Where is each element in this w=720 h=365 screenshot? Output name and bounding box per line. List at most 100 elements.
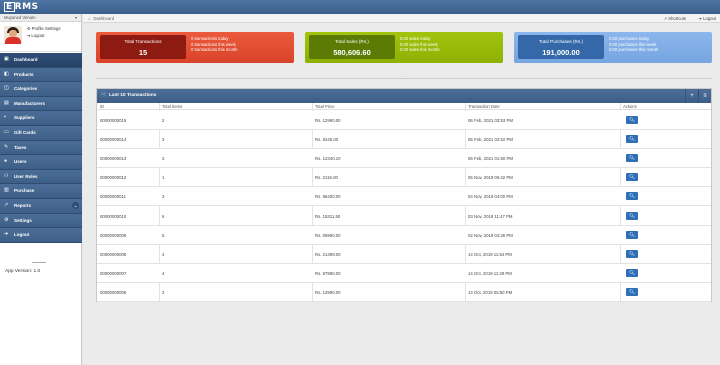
- cell-date: 14 Oct, 2019 05:50 PM: [468, 289, 513, 295]
- chevron-down-icon[interactable]: ⌄: [72, 201, 79, 209]
- logout-icon: ➜: [4, 231, 9, 238]
- cell-date: 14 Oct, 2019 11:54 PM: [468, 251, 512, 257]
- app-version: App Version: 1.0: [5, 269, 41, 274]
- cell-price: Rs. 12990.00: [315, 289, 341, 295]
- cell-items: 2: [162, 118, 165, 123]
- view-button[interactable]: 🔍︎: [626, 268, 638, 277]
- cell-items: 2: [162, 289, 165, 295]
- purchase-icon: ▥: [4, 187, 9, 194]
- column-header-price[interactable]: Total Price: [315, 104, 335, 109]
- profile-logout-link[interactable]: ➜Logout: [27, 33, 45, 38]
- sidebar-item-user-roles[interactable]: ⚇ User Roles: [0, 169, 82, 185]
- sidebar-item-products[interactable]: ◧ Products: [0, 67, 82, 83]
- truck-icon: ▪: [4, 114, 6, 121]
- transactions-panel: 🛒 Last 10 Transactions + ≡ ID Total Item…: [96, 88, 712, 302]
- cell-id: 00000000013: [100, 156, 127, 162]
- sidebar-item-purchase[interactable]: ▥ Purchase: [0, 184, 82, 199]
- sidebar-item-manufacturers[interactable]: ▤ Manufacturers: [0, 96, 82, 112]
- stat-label: Total Sales (Rs.): [335, 39, 369, 44]
- sidebar-item-settings[interactable]: ⚙ Settings: [0, 213, 82, 229]
- sidebar-item-dashboard[interactable]: ▣ Dashboard: [0, 53, 82, 68]
- column-header-items[interactable]: Total Items: [162, 104, 182, 109]
- cell-id: 00000000011: [100, 194, 126, 200]
- search-icon: 🔍︎: [629, 212, 635, 218]
- sidebar-item-categories[interactable]: ◫ Categories: [0, 82, 82, 97]
- view-button[interactable]: 🔍︎: [626, 116, 638, 124]
- column-header-date[interactable]: Transaction Date: [468, 104, 500, 109]
- stat-label: Total Transactions: [124, 39, 162, 44]
- view-button[interactable]: 🔍︎: [626, 211, 638, 220]
- tax-icon: ✎: [4, 143, 9, 150]
- column-header-id[interactable]: ID: [100, 104, 104, 109]
- add-button[interactable]: +: [685, 89, 698, 103]
- stat-sales-total: Total Sales (Rs.) 580,606.60: [309, 35, 395, 59]
- cell-items: 5: [162, 232, 165, 238]
- cell-date: 03 Nov, 2019 11:47 PM: [468, 213, 513, 219]
- user-icon: ●: [4, 158, 8, 165]
- app-logo[interactable]: E RMS: [4, 2, 39, 12]
- sidebar-nav: ▣ Dashboard ◧ Products ◫ Categories ▤ Manufa…: [0, 53, 82, 243]
- column-header-actions: Actions: [623, 104, 637, 109]
- cell-date: 14 Oct, 2019 11:29 PM: [468, 270, 512, 276]
- user-name: Muyaned Venam: [4, 15, 36, 20]
- cell-date: 02 Nov, 2019 04:26 PM: [468, 232, 513, 238]
- cell-date: 06 Feb, 2021 01:50 PM: [468, 156, 513, 162]
- chart-icon: ↗: [4, 201, 9, 208]
- table-row: 00000000012 1 Rs. 2115.00 06 Nov, 2019 06:4…: [97, 168, 711, 188]
- stat-label: Total Purchases (Rs.): [539, 39, 583, 44]
- cell-price: Rs. 05990.00: [315, 232, 341, 238]
- stat-value: 191,000.00: [542, 48, 580, 57]
- sidebar-collapse-handle[interactable]: [32, 262, 46, 263]
- top-logout-link[interactable]: ➜ Logout: [699, 16, 717, 21]
- view-button[interactable]: 🔍︎: [626, 249, 638, 258]
- profile-section: ⚙Profile Settings ➜Logout: [0, 22, 81, 52]
- panel-title: Last 10 Transactions: [109, 92, 157, 98]
- menu-icon[interactable]: ≡: [698, 89, 711, 103]
- sidebar-item-reports[interactable]: ↗ Reports ⌄: [0, 198, 82, 214]
- table-row: 00000000008 4 Rs. 21499.00 14 Oct, 2019 11:…: [97, 245, 711, 264]
- view-button[interactable]: 🔍︎: [626, 173, 638, 182]
- shortcuts-link[interactable]: ↗ Shortcuts: [664, 16, 686, 21]
- dashboard-icon: ▣: [4, 56, 9, 62]
- view-button[interactable]: 🔍︎: [626, 230, 638, 239]
- cell-date: 04 Nov, 2019 04:00 PM: [468, 194, 513, 200]
- view-button[interactable]: 🔍︎: [626, 135, 638, 144]
- view-button[interactable]: 🔍︎: [626, 192, 638, 201]
- table-row: 00000000013 2 Rs. 12340.10 06 Feb, 2021 01:…: [97, 149, 711, 169]
- breadcrumb-bar: ⌂ Dashboard ↗ Shortcuts ➜ Logout: [83, 14, 720, 23]
- sidebar-item-logout[interactable]: ➜ Logout: [0, 228, 82, 243]
- search-icon: 🔍︎: [629, 288, 635, 294]
- home-icon[interactable]: ⌂: [88, 16, 91, 21]
- cell-id: 00000000007: [100, 270, 127, 276]
- search-icon: 🔍︎: [629, 155, 635, 161]
- cell-date: 06 Feb, 2021 03:52 PM: [468, 137, 513, 143]
- logout-icon: ➜: [27, 33, 31, 38]
- user-menu-toggle[interactable]: Muyaned Venam ▾: [0, 14, 81, 22]
- profile-settings-link[interactable]: ⚙Profile Settings: [27, 26, 61, 31]
- stat-breakdown: 0.00 purchases today 0.00 purchases this…: [609, 36, 659, 53]
- sidebar-item-gift-cards[interactable]: ▭ Gift Cards: [0, 125, 82, 141]
- gear-icon: ⚙: [4, 216, 9, 223]
- cell-price: Rs. 86400.00: [315, 194, 341, 200]
- cell-id: 00000000006: [100, 289, 127, 295]
- view-button[interactable]: 🔍︎: [626, 154, 638, 163]
- sidebar-item-taxes[interactable]: ✎ Taxes: [0, 140, 82, 156]
- cell-price: Rs. 2115.00: [315, 175, 338, 181]
- gift-card-icon: ▭: [4, 128, 9, 135]
- tags-icon: ◫: [4, 85, 9, 92]
- box-icon: ◧: [4, 70, 9, 77]
- search-icon: 🔍︎: [629, 231, 635, 237]
- search-icon: 🔍︎: [629, 117, 635, 122]
- search-icon: 🔍︎: [629, 136, 635, 142]
- sidebar-item-suppliers[interactable]: ▪ Suppliers: [0, 111, 82, 126]
- table-row: 00000000007 4 Rs. 97990.00 14 Oct, 2019 11:…: [97, 263, 711, 283]
- chevron-down-icon: ▾: [74, 15, 77, 20]
- search-icon: 🔍︎: [629, 193, 635, 199]
- resize-handle[interactable]: ∴∴: [397, 76, 409, 80]
- sidebar-item-users[interactable]: ● Users: [0, 155, 82, 170]
- search-icon: 🔍︎: [629, 174, 635, 180]
- cell-items: 3: [162, 194, 165, 200]
- search-icon: 🔍︎: [629, 250, 635, 256]
- table-row: 00000000015 2 Rs. 12990.00 06 Feb, 2021 03:…: [97, 111, 711, 131]
- view-button[interactable]: 🔍︎: [626, 287, 638, 296]
